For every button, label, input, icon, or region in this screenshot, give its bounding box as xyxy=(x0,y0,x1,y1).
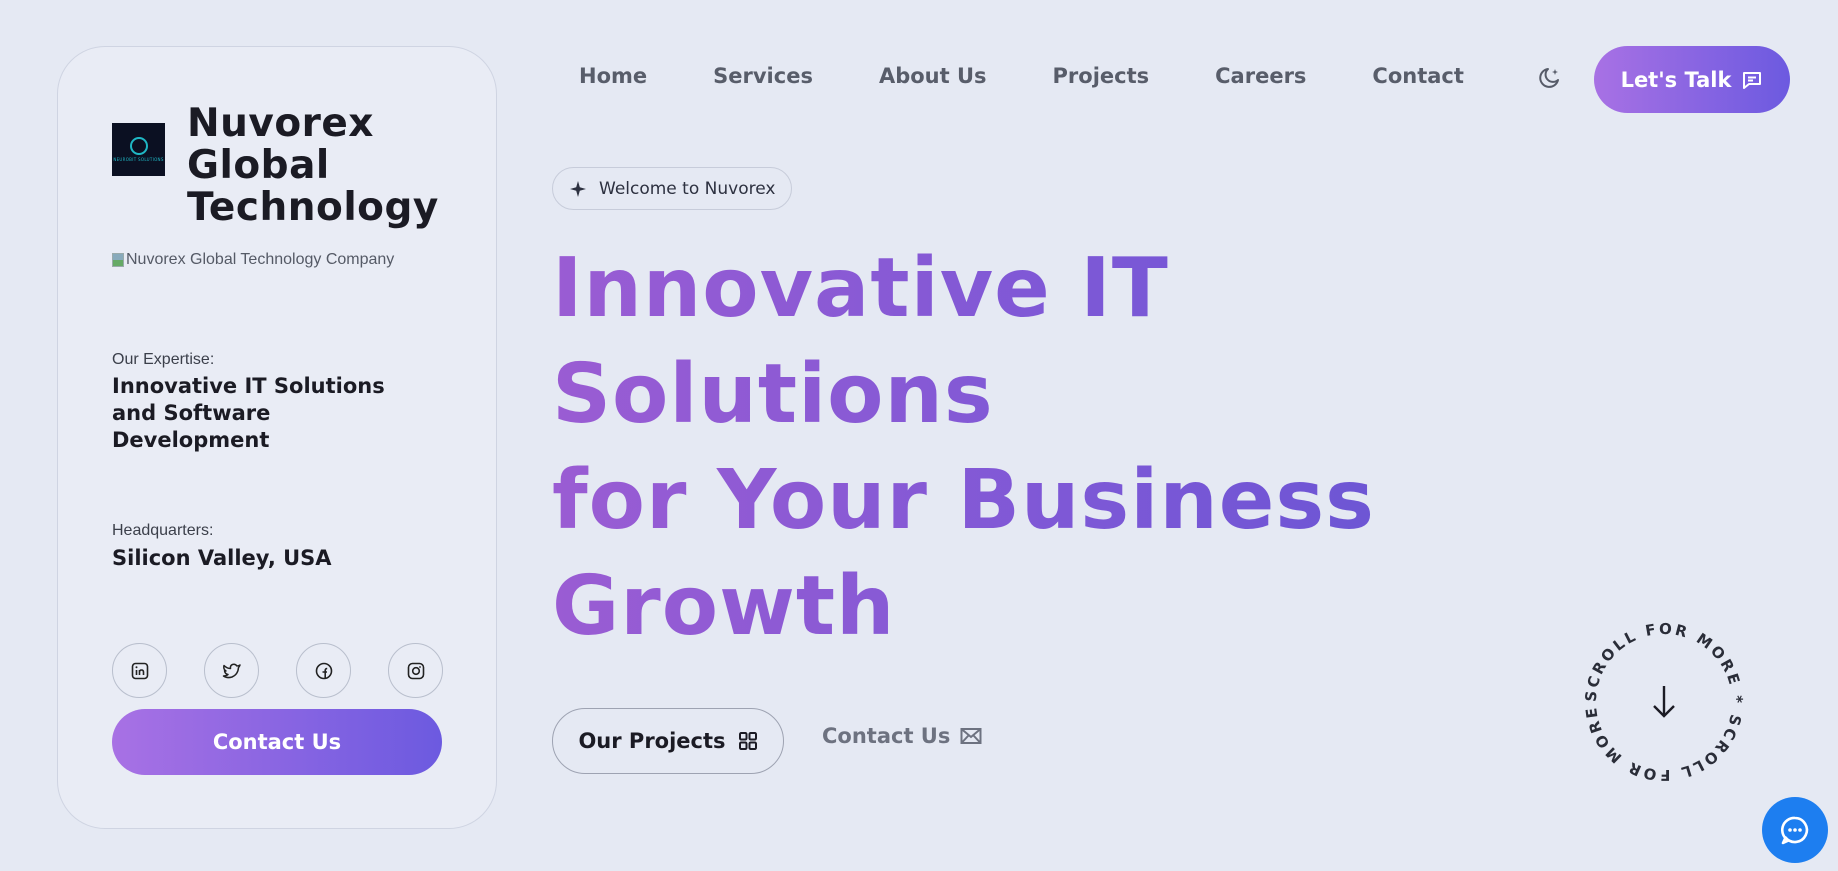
nav-item-home[interactable]: Home xyxy=(579,64,647,88)
broken-image-alt-text: Nuvorex Global Technology Company xyxy=(126,251,395,268)
broken-image-icon xyxy=(112,253,124,267)
our-projects-button[interactable]: Our Projects xyxy=(552,708,784,774)
welcome-text: Welcome to Nuvorex xyxy=(599,178,776,199)
headquarters-label: Headquarters: xyxy=(112,522,214,539)
expertise-value: Innovative IT Solutions and Software Dev… xyxy=(112,373,412,454)
main-nav: Home Services About Us Projects Careers … xyxy=(579,64,1464,88)
page: NEUROBIT SOLUTIONS Nuvorex Global Techno… xyxy=(0,0,1838,871)
facebook-icon xyxy=(315,662,332,679)
company-name-line: Technology xyxy=(187,185,439,230)
hero-title-line: Solutions xyxy=(552,347,994,442)
expertise-line: Development xyxy=(112,428,270,452)
welcome-badge: Welcome to Nuvorex xyxy=(552,167,793,210)
chat-icon xyxy=(1780,816,1809,845)
envelope-icon xyxy=(960,728,982,744)
hero-title: Innovative IT Solutions for Your Busines… xyxy=(552,236,1432,660)
linkedin-button[interactable] xyxy=(112,643,167,698)
linkedin-icon xyxy=(131,662,148,679)
moon-stars-icon xyxy=(1539,68,1559,88)
theme-toggle-button[interactable] xyxy=(1536,64,1564,92)
logo-mark xyxy=(129,137,148,155)
expertise-label: Our Expertise: xyxy=(112,351,215,368)
chat-widget-button[interactable] xyxy=(1762,797,1828,863)
twitter-button[interactable] xyxy=(204,643,259,698)
nav-item-services[interactable]: Services xyxy=(713,64,813,88)
nav-item-contact[interactable]: Contact xyxy=(1372,64,1464,88)
company-logo: NEUROBIT SOLUTIONS xyxy=(112,123,165,176)
instagram-button[interactable] xyxy=(388,643,443,698)
hero-title-line: Growth xyxy=(552,559,896,654)
company-name-line: Nuvorex xyxy=(187,101,374,146)
expertise-line: and Software xyxy=(112,401,271,425)
lets-talk-label: Let's Talk xyxy=(1620,67,1732,92)
twitter-icon xyxy=(222,662,241,678)
hero-contact-label: Contact Us xyxy=(822,724,951,748)
instagram-icon xyxy=(407,662,424,679)
profile-card: NEUROBIT SOLUTIONS Nuvorex Global Techno… xyxy=(57,46,497,829)
hero-title-line: for Your Business xyxy=(552,453,1375,548)
nav-item-about[interactable]: About Us xyxy=(879,64,987,88)
headquarters-value: Silicon Valley, USA xyxy=(112,546,332,570)
sparkle-icon xyxy=(570,180,586,197)
broken-image: Nuvorex Global Technology Company xyxy=(112,251,394,269)
facebook-button[interactable] xyxy=(296,643,351,698)
expertise-line: Innovative IT Solutions xyxy=(112,374,385,398)
arrow-down-icon xyxy=(1653,686,1675,718)
company-name: Nuvorex Global Technology xyxy=(187,103,457,229)
our-projects-label: Our Projects xyxy=(578,729,726,753)
company-name-line: Global xyxy=(187,143,330,188)
grid-icon xyxy=(738,732,757,750)
social-links xyxy=(112,643,443,698)
brand: NEUROBIT SOLUTIONS Nuvorex Global Techno… xyxy=(112,103,457,229)
hero-title-line: Innovative IT xyxy=(552,241,1169,336)
logo-tag: NEUROBIT SOLUTIONS xyxy=(113,157,164,162)
card-contact-button[interactable]: Contact Us xyxy=(112,709,442,775)
nav-item-projects[interactable]: Projects xyxy=(1053,64,1150,88)
scroll-ring: SCROLL FOR MORE * SCROLL FOR MORE * xyxy=(1577,606,1744,784)
lets-talk-button[interactable]: Let's Talk xyxy=(1594,46,1790,113)
chat-bubble-icon xyxy=(1743,71,1762,89)
hero-contact-link[interactable]: Contact Us xyxy=(822,724,982,748)
nav-item-careers[interactable]: Careers xyxy=(1215,64,1306,88)
scroll-for-more-badge[interactable]: SCROLL FOR MORE * SCROLL FOR MORE * xyxy=(1577,606,1746,784)
